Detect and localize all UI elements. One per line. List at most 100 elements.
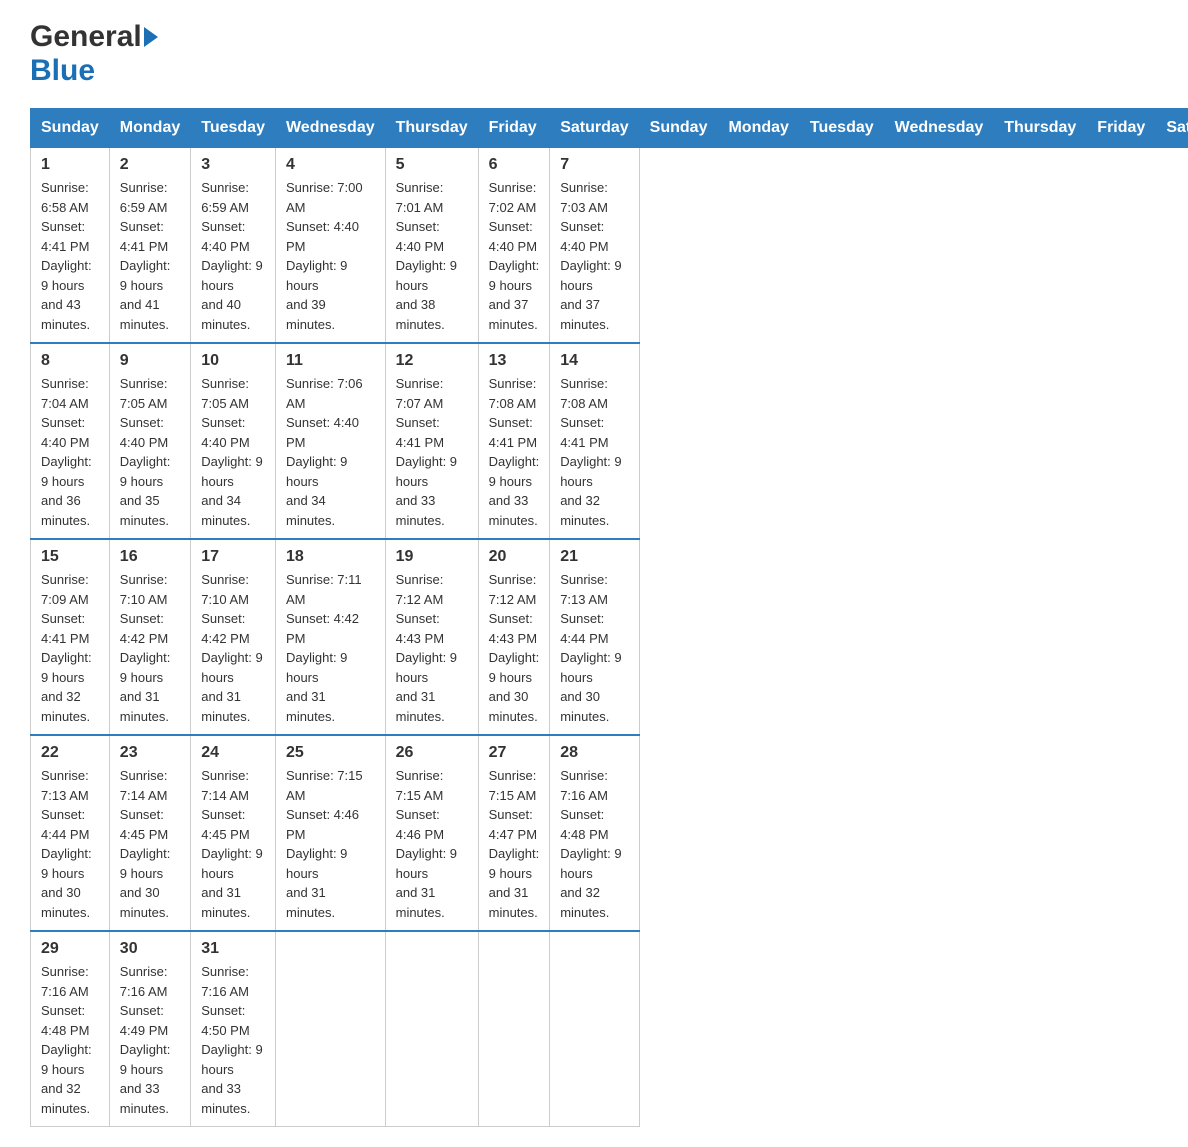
day-info: Sunrise: 7:10 AM Sunset: 4:42 PM Dayligh… <box>120 570 180 726</box>
sunrise-label: Sunrise: 7:16 AM <box>560 768 608 803</box>
sunrise-label: Sunrise: 7:11 AM <box>286 572 362 607</box>
sunrise-label: Sunrise: 7:15 AM <box>396 768 444 803</box>
day-info: Sunrise: 7:16 AM Sunset: 4:50 PM Dayligh… <box>201 962 265 1118</box>
day-info: Sunrise: 7:02 AM Sunset: 4:40 PM Dayligh… <box>489 178 540 334</box>
sunset-label: Sunset: 4:44 PM <box>41 807 89 842</box>
day-number: 11 <box>286 352 375 370</box>
daylight-minutes: and 32 minutes. <box>560 885 609 920</box>
daylight-label: Daylight: 9 hours <box>201 1042 262 1077</box>
day-number: 19 <box>396 548 468 566</box>
sunset-label: Sunset: 4:41 PM <box>560 415 608 450</box>
header-sunday: Sunday <box>31 109 110 148</box>
sunrise-label: Sunrise: 7:06 AM <box>286 376 363 411</box>
day-number: 1 <box>41 156 99 174</box>
daylight-minutes: and 31 minutes. <box>201 885 250 920</box>
day-number: 6 <box>489 156 540 174</box>
daylight-minutes: and 30 minutes. <box>489 689 538 724</box>
day-info: Sunrise: 7:15 AM Sunset: 4:46 PM Dayligh… <box>286 766 375 922</box>
sunrise-label: Sunrise: 7:04 AM <box>41 376 89 411</box>
daylight-minutes: and 39 minutes. <box>286 297 335 332</box>
calendar-cell: 8 Sunrise: 7:04 AM Sunset: 4:40 PM Dayli… <box>31 343 110 539</box>
day-number: 27 <box>489 744 540 762</box>
sunrise-label: Sunrise: 7:10 AM <box>120 572 168 607</box>
sunrise-label: Sunrise: 7:13 AM <box>41 768 89 803</box>
calendar-cell: 19 Sunrise: 7:12 AM Sunset: 4:43 PM Dayl… <box>385 539 478 735</box>
calendar-cell: 28 Sunrise: 7:16 AM Sunset: 4:48 PM Dayl… <box>550 735 639 931</box>
header-saturday: Saturday <box>550 109 639 148</box>
sunrise-label: Sunrise: 7:12 AM <box>396 572 444 607</box>
daylight-minutes: and 31 minutes. <box>396 689 445 724</box>
sunset-label: Sunset: 4:48 PM <box>560 807 608 842</box>
daylight-minutes: and 33 minutes. <box>120 1081 169 1116</box>
sunrise-label: Sunrise: 7:01 AM <box>396 180 444 215</box>
day-number: 2 <box>120 156 180 174</box>
sunset-label: Sunset: 4:41 PM <box>41 219 89 254</box>
sunrise-label: Sunrise: 7:16 AM <box>201 964 249 999</box>
day-number: 25 <box>286 744 375 762</box>
sunrise-label: Sunrise: 6:58 AM <box>41 180 89 215</box>
header-col-sunday: Sunday <box>639 109 718 148</box>
day-number: 8 <box>41 352 99 370</box>
calendar-cell: 17 Sunrise: 7:10 AM Sunset: 4:42 PM Dayl… <box>191 539 276 735</box>
day-number: 31 <box>201 940 265 958</box>
daylight-minutes: and 31 minutes. <box>201 689 250 724</box>
logo-general-text: General <box>30 20 158 54</box>
calendar-cell: 9 Sunrise: 7:05 AM Sunset: 4:40 PM Dayli… <box>109 343 190 539</box>
header-monday: Monday <box>109 109 190 148</box>
sunset-label: Sunset: 4:46 PM <box>396 807 444 842</box>
daylight-minutes: and 34 minutes. <box>286 493 335 528</box>
daylight-label: Daylight: 9 hours <box>560 454 621 489</box>
daylight-minutes: and 36 minutes. <box>41 493 90 528</box>
calendar-cell: 7 Sunrise: 7:03 AM Sunset: 4:40 PM Dayli… <box>550 148 639 344</box>
sunrise-label: Sunrise: 7:00 AM <box>286 180 363 215</box>
calendar-cell: 18 Sunrise: 7:11 AM Sunset: 4:42 PM Dayl… <box>275 539 385 735</box>
calendar-cell: 5 Sunrise: 7:01 AM Sunset: 4:40 PM Dayli… <box>385 148 478 344</box>
daylight-label: Daylight: 9 hours <box>201 258 262 293</box>
daylight-label: Daylight: 9 hours <box>41 454 92 489</box>
daylight-label: Daylight: 9 hours <box>286 846 347 881</box>
daylight-label: Daylight: 9 hours <box>396 846 457 881</box>
daylight-minutes: and 32 minutes. <box>41 689 90 724</box>
sunrise-label: Sunrise: 7:08 AM <box>489 376 537 411</box>
calendar-cell: 1 Sunrise: 6:58 AM Sunset: 4:41 PM Dayli… <box>31 148 110 344</box>
sunset-label: Sunset: 4:41 PM <box>396 415 444 450</box>
calendar-cell: 27 Sunrise: 7:15 AM Sunset: 4:47 PM Dayl… <box>478 735 550 931</box>
day-info: Sunrise: 7:15 AM Sunset: 4:47 PM Dayligh… <box>489 766 540 922</box>
daylight-minutes: and 43 minutes. <box>41 297 90 332</box>
sunrise-label: Sunrise: 7:16 AM <box>120 964 168 999</box>
sunset-label: Sunset: 4:41 PM <box>41 611 89 646</box>
daylight-minutes: and 37 minutes. <box>560 297 609 332</box>
daylight-label: Daylight: 9 hours <box>120 454 171 489</box>
sunset-label: Sunset: 4:40 PM <box>286 415 359 450</box>
daylight-label: Daylight: 9 hours <box>41 1042 92 1077</box>
calendar-week-row: 29 Sunrise: 7:16 AM Sunset: 4:48 PM Dayl… <box>31 931 1188 1127</box>
sunrise-label: Sunrise: 7:07 AM <box>396 376 444 411</box>
day-info: Sunrise: 7:14 AM Sunset: 4:45 PM Dayligh… <box>201 766 265 922</box>
sunrise-label: Sunrise: 7:05 AM <box>201 376 249 411</box>
calendar-cell: 13 Sunrise: 7:08 AM Sunset: 4:41 PM Dayl… <box>478 343 550 539</box>
daylight-minutes: and 31 minutes. <box>120 689 169 724</box>
daylight-minutes: and 40 minutes. <box>201 297 250 332</box>
daylight-label: Daylight: 9 hours <box>396 454 457 489</box>
daylight-minutes: and 41 minutes. <box>120 297 169 332</box>
day-info: Sunrise: 6:58 AM Sunset: 4:41 PM Dayligh… <box>41 178 99 334</box>
calendar-cell: 31 Sunrise: 7:16 AM Sunset: 4:50 PM Dayl… <box>191 931 276 1127</box>
daylight-label: Daylight: 9 hours <box>286 258 347 293</box>
calendar-cell: 29 Sunrise: 7:16 AM Sunset: 4:48 PM Dayl… <box>31 931 110 1127</box>
daylight-label: Daylight: 9 hours <box>201 650 262 685</box>
sunset-label: Sunset: 4:42 PM <box>120 611 168 646</box>
daylight-label: Daylight: 9 hours <box>489 846 540 881</box>
daylight-minutes: and 32 minutes. <box>560 493 609 528</box>
daylight-label: Daylight: 9 hours <box>286 650 347 685</box>
calendar-cell: 14 Sunrise: 7:08 AM Sunset: 4:41 PM Dayl… <box>550 343 639 539</box>
daylight-minutes: and 34 minutes. <box>201 493 250 528</box>
daylight-minutes: and 35 minutes. <box>120 493 169 528</box>
header-tuesday: Tuesday <box>191 109 276 148</box>
logo-blue-text: Blue <box>30 54 95 88</box>
day-info: Sunrise: 7:08 AM Sunset: 4:41 PM Dayligh… <box>489 374 540 530</box>
daylight-label: Daylight: 9 hours <box>201 846 262 881</box>
calendar-cell: 3 Sunrise: 6:59 AM Sunset: 4:40 PM Dayli… <box>191 148 276 344</box>
day-info: Sunrise: 7:09 AM Sunset: 4:41 PM Dayligh… <box>41 570 99 726</box>
sunset-label: Sunset: 4:50 PM <box>201 1003 249 1038</box>
day-number: 23 <box>120 744 180 762</box>
